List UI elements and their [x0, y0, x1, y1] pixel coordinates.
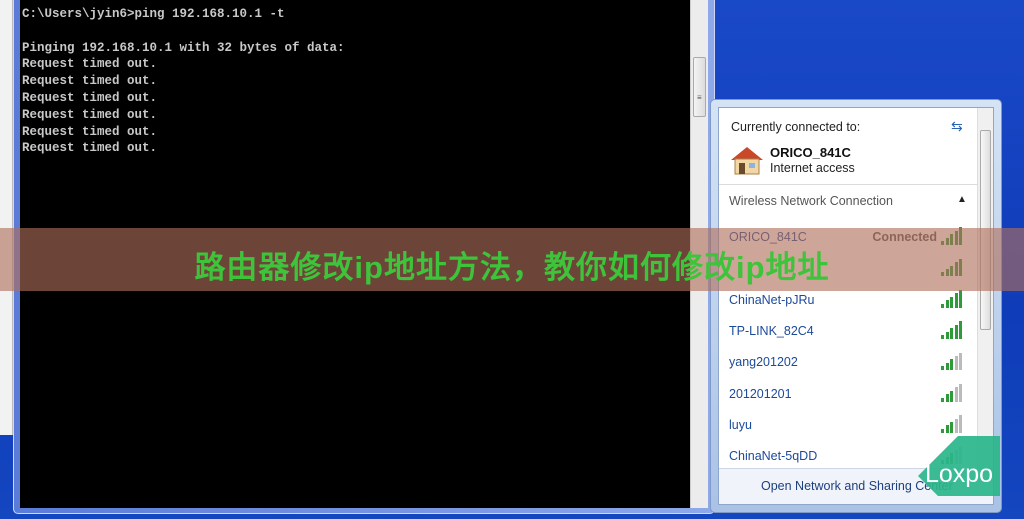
network-name: ChinaNet-pJRu	[729, 292, 815, 307]
network-item[interactable]: 201201201	[719, 379, 979, 410]
title-banner: 路由器修改ip地址方法，教你如何修改ip地址	[0, 228, 1024, 291]
signal-strength-icon	[941, 321, 965, 339]
signal-strength-icon	[941, 383, 965, 402]
signal-strength-icon	[941, 352, 965, 371]
house-network-icon	[731, 147, 763, 175]
svg-text:Loxpo: Loxpo	[925, 460, 993, 488]
network-item[interactable]: TP-LINK_82C4	[719, 316, 979, 347]
banner-text: 路由器修改ip地址方法，教你如何修改ip地址	[194, 250, 830, 285]
signal-strength-icon	[941, 415, 965, 433]
divider	[719, 184, 977, 185]
chevron-up-icon[interactable]: ▲	[957, 194, 967, 205]
currently-connected-label: Currently connected to:	[731, 120, 861, 134]
flyout-scrollbar[interactable]	[977, 108, 993, 476]
section-header[interactable]: Wireless Network Connection	[729, 194, 893, 208]
network-name: TP-LINK_82C4	[729, 323, 814, 338]
network-name: luyu	[729, 417, 752, 432]
connected-network-name: ORICO_841C	[770, 145, 851, 160]
network-item[interactable]: yang201202	[719, 347, 979, 378]
connected-network-status: Internet access	[770, 161, 855, 175]
signal-strength-icon	[941, 290, 965, 308]
refresh-icon[interactable]: ⇆	[951, 118, 963, 135]
scrollbar-thumb[interactable]: ≡	[693, 57, 706, 117]
loxpo-watermark-logo: Loxpo	[918, 436, 1000, 496]
network-name: 201201201	[729, 386, 792, 401]
background-window-edge	[0, 0, 13, 435]
network-name: yang201202	[729, 355, 798, 370]
network-name: ChinaNet-5qDD	[729, 449, 818, 464]
